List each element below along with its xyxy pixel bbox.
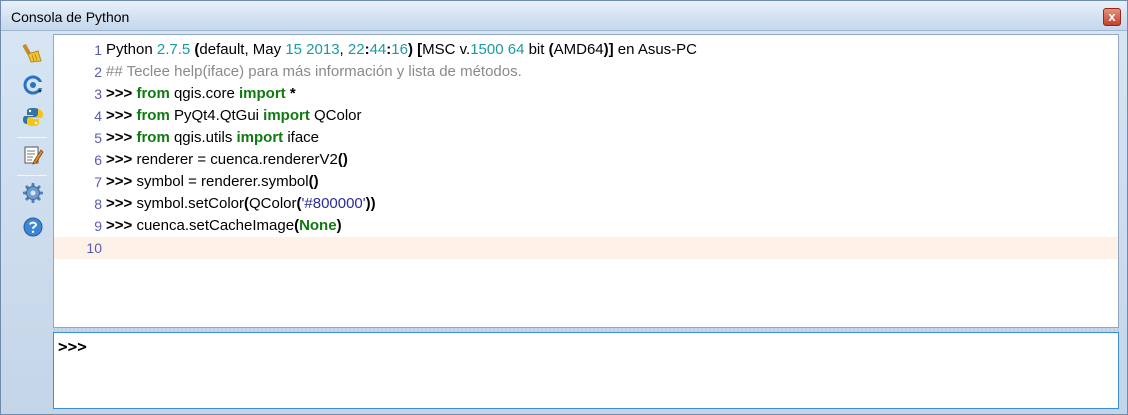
code-line: 7 >>> symbol = renderer.symbol()	[54, 171, 1118, 193]
code-token: >>>	[106, 129, 137, 146]
code-line: 3 >>> from qgis.core import *	[54, 83, 1118, 105]
code-token: '#800000'	[301, 195, 366, 212]
line-code: >>> from qgis.utils import iface	[106, 127, 319, 149]
code-token: import	[239, 85, 286, 102]
code-token: 44	[369, 41, 387, 58]
code-token: symbol = renderer.symbol	[136, 173, 309, 190]
code-line: 4 >>> from PyQt4.QtGui import QColor	[54, 105, 1118, 127]
code-token: from	[136, 129, 170, 146]
line-code: Python 2.7.5 (default, May 15 2013, 22:4…	[106, 39, 697, 61]
code-token: >>>	[106, 107, 137, 124]
console-output[interactable]: 1 Python 2.7.5 (default, May 15 2013, 22:…	[53, 34, 1119, 328]
console-toolbar	[9, 35, 53, 335]
code-token: )]	[603, 41, 614, 58]
line-number: 3	[94, 86, 102, 102]
show-editor-button[interactable]	[21, 143, 45, 167]
import-class-button[interactable]	[21, 73, 45, 97]
code-token: PyQt4.QtGui	[169, 107, 264, 124]
title-bar[interactable]: Consola de Python x	[1, 1, 1127, 31]
code-token: ()	[308, 173, 319, 190]
code-token: >>>	[106, 151, 137, 168]
line-number: 7	[94, 174, 102, 190]
code-token: iface	[283, 129, 320, 146]
code-token: symbol.setColor	[136, 195, 244, 212]
code-token: qgis.core	[169, 85, 239, 102]
code-line: 8 >>> symbol.setColor(QColor('#800000'))	[54, 193, 1118, 215]
line-code: >>> symbol = renderer.symbol()	[106, 171, 319, 193]
line-code: ## Teclee help(iface) para más informaci…	[106, 61, 522, 83]
line-number: 5	[94, 130, 102, 146]
code-token: ()	[337, 151, 348, 168]
code-token: cuenca.setCacheImage	[136, 217, 295, 234]
code-line: 5 >>> from qgis.utils import iface	[54, 127, 1118, 149]
line-code: >>> from PyQt4.QtGui import QColor	[106, 105, 362, 127]
settings-button[interactable]	[21, 181, 45, 205]
clear-console-button[interactable]	[21, 41, 45, 65]
code-token: None	[299, 217, 337, 234]
code-token: qgis.utils	[169, 129, 237, 146]
line-number: 10	[86, 240, 102, 256]
command-input[interactable]: >>>	[53, 332, 1119, 409]
broom-icon	[22, 44, 42, 63]
window-title: Consola de Python	[11, 9, 130, 25]
line-code: >>> from qgis.core import *	[106, 83, 296, 105]
line-number: 4	[94, 108, 102, 124]
code-token: QColor	[249, 195, 297, 212]
code-token: )	[336, 217, 342, 234]
line-number: 1	[94, 42, 102, 58]
code-token: en Asus-PC	[613, 41, 698, 58]
line-code: >>> symbol.setColor(QColor('#800000'))	[106, 193, 376, 215]
code-token: ## Teclee help(iface) para más informaci…	[106, 63, 522, 80]
line-number: 8	[94, 196, 102, 212]
code-token: QColor	[309, 107, 362, 124]
code-token: import	[263, 107, 310, 124]
code-token: default, May	[199, 41, 286, 58]
editor-icon	[24, 146, 44, 165]
code-token: from	[136, 107, 170, 124]
code-line: 9 >>> cuenca.setCacheImage(None)	[54, 215, 1118, 237]
code-line: 6 >>> renderer = cuenca.rendererV2()	[54, 149, 1118, 171]
code-token: *	[285, 85, 296, 102]
code-token: 22	[347, 41, 365, 58]
code-token: bit	[524, 41, 549, 58]
line-code: >>> renderer = cuenca.rendererV2()	[106, 149, 348, 171]
code-token: from	[136, 85, 170, 102]
code-token: >>>	[106, 85, 137, 102]
toolbar-separator	[17, 175, 47, 176]
code-token: ) [	[407, 41, 423, 58]
close-button[interactable]: x	[1103, 8, 1121, 26]
code-token: 15 2013	[285, 41, 340, 58]
code-line: 10	[54, 237, 1118, 259]
code-token: >>>	[106, 173, 137, 190]
import-class-icon	[23, 75, 43, 95]
code-token: Python	[106, 41, 157, 58]
gear-icon	[23, 183, 43, 203]
code-token: >>>	[106, 217, 137, 234]
code-token: 16	[391, 41, 408, 58]
line-code: >>> cuenca.setCacheImage(None)	[106, 215, 342, 237]
run-command-button[interactable]	[21, 105, 45, 129]
python-icon	[23, 108, 43, 126]
code-token: MSC v.	[422, 41, 471, 58]
code-line: 2 ## Teclee help(iface) para más informac…	[54, 61, 1118, 83]
code-token: ,	[339, 41, 348, 58]
code-token: AMD64	[553, 41, 604, 58]
line-number: 6	[94, 152, 102, 168]
toolbar-separator	[17, 137, 47, 138]
line-number: 9	[94, 218, 102, 234]
code-token: >>>	[106, 195, 137, 212]
code-token: ))	[365, 195, 376, 212]
input-prompt: >>>	[58, 337, 87, 356]
code-line: 1 Python 2.7.5 (default, May 15 2013, 22:…	[54, 39, 1118, 61]
code-token: renderer = cuenca.rendererV2	[136, 151, 338, 168]
code-token: import	[236, 129, 284, 146]
help-icon	[23, 217, 43, 237]
code-token: 2.7.5	[156, 41, 191, 58]
help-button[interactable]	[21, 215, 45, 239]
code-token: 1500 64	[470, 41, 525, 58]
python-console-window: Consola de Python x 1 Python 2.7.5 (defa…	[0, 0, 1128, 415]
line-number: 2	[94, 64, 102, 80]
